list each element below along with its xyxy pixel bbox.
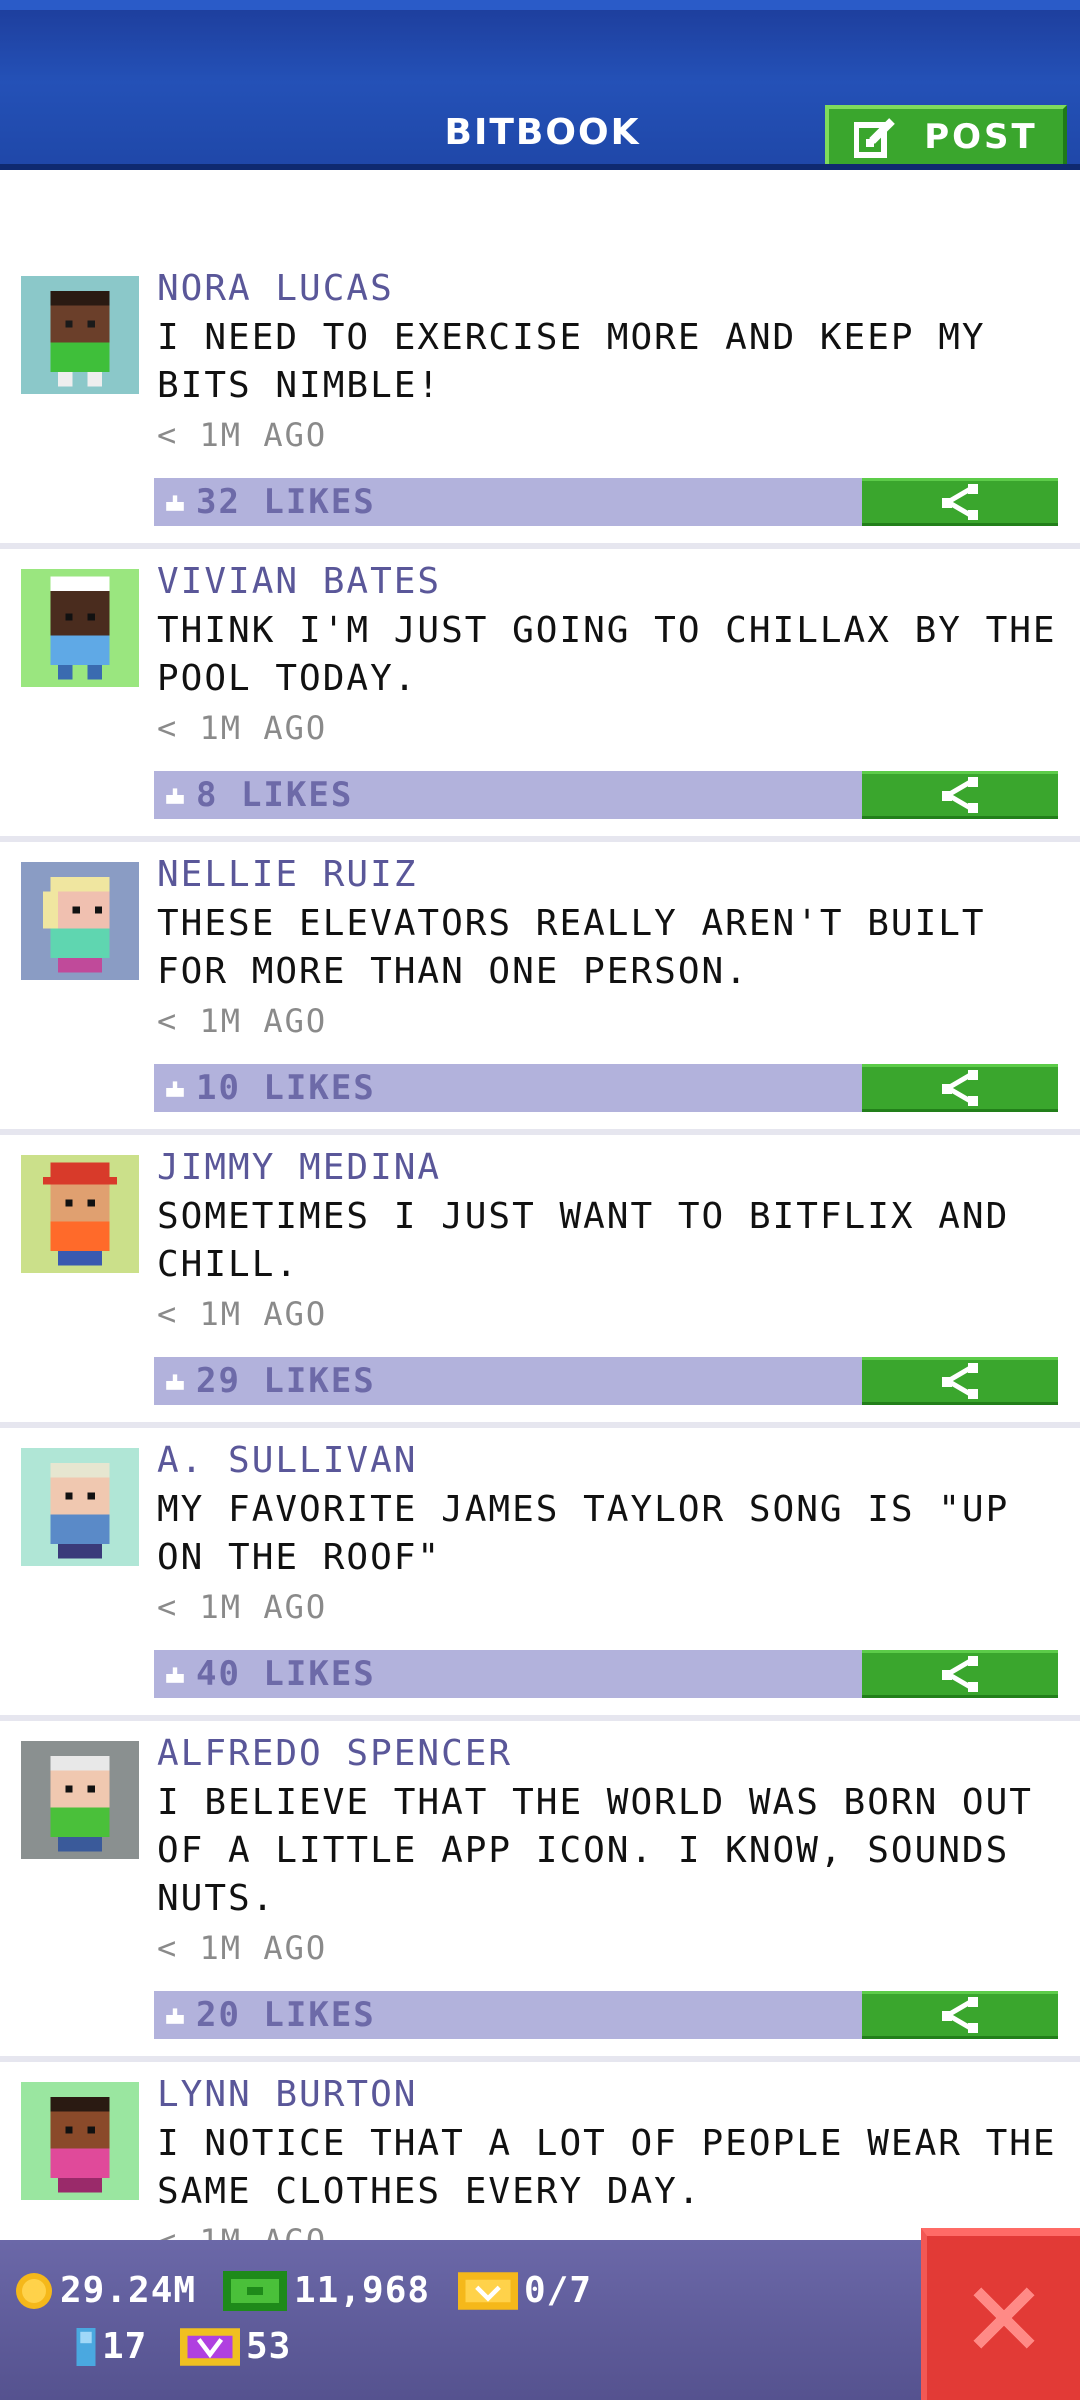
post-text: MY FAVORITE JAMES TAYLOR SONG IS "UP ON … bbox=[157, 1489, 1010, 1578]
likes-count: 40 LIKES bbox=[196, 1654, 376, 1694]
share-button[interactable] bbox=[862, 478, 1058, 526]
coins-stat: 29.24M bbox=[14, 2270, 196, 2311]
avatar[interactable] bbox=[21, 276, 139, 394]
post-time: 1M AGO bbox=[157, 2222, 327, 2240]
likes-count: 20 LIKES bbox=[196, 1995, 376, 2035]
share-icon bbox=[942, 1656, 978, 1692]
thumbs-up-icon bbox=[166, 1081, 184, 1097]
divider bbox=[0, 543, 1080, 549]
post-author[interactable]: NORA LUCAS bbox=[157, 268, 394, 309]
vip-stat: 53 bbox=[180, 2326, 291, 2367]
like-button[interactable]: 32 LIKES bbox=[154, 478, 862, 526]
like-button[interactable]: 40 LIKES bbox=[154, 1650, 862, 1698]
close-icon bbox=[973, 2287, 1034, 2349]
post-author[interactable]: VIVIAN BATES bbox=[157, 561, 441, 602]
ticket-icon bbox=[458, 2271, 518, 2310]
divider bbox=[0, 2056, 1080, 2062]
thumbs-up-icon bbox=[166, 1667, 184, 1683]
divider bbox=[0, 1422, 1080, 1428]
bux-icon bbox=[223, 2270, 287, 2311]
post-text: THINK I'M JUST GOING TO CHILLAX BY THE P… bbox=[157, 610, 1057, 699]
divider bbox=[0, 1715, 1080, 1721]
share-icon bbox=[942, 1997, 978, 2033]
thumbs-up-icon bbox=[166, 2008, 184, 2024]
header-bar: BITBOOK POST bbox=[0, 0, 1080, 170]
share-button[interactable] bbox=[862, 1064, 1058, 1112]
close-button[interactable] bbox=[921, 2228, 1080, 2400]
avatar[interactable] bbox=[21, 2082, 139, 2200]
post-button-label: POST bbox=[924, 117, 1038, 157]
post-text: I BELIEVE THAT THE WORLD WAS BORN OUT OF… bbox=[157, 1782, 1033, 1919]
thumbs-up-icon bbox=[166, 788, 184, 804]
post-time: 1M AGO bbox=[157, 1295, 327, 1333]
post-time: 1M AGO bbox=[157, 1588, 327, 1626]
coin-icon bbox=[16, 2272, 52, 2309]
vip-icon bbox=[180, 2327, 240, 2366]
status-bar: 29.24M 11,968 0/7 17 53 bbox=[0, 2240, 1080, 2400]
post-button[interactable]: POST bbox=[825, 105, 1067, 169]
post-author[interactable]: NELLIE RUIZ bbox=[157, 854, 417, 895]
feed-list[interactable]: NORA LUCAS I NEED TO EXERCISE MORE AND K… bbox=[0, 170, 1080, 2240]
post-text: I NEED TO EXERCISE MORE AND KEEP MY BITS… bbox=[157, 317, 986, 406]
bitizens-stat: 17 bbox=[76, 2326, 147, 2367]
divider bbox=[0, 836, 1080, 842]
post-time: 1M AGO bbox=[157, 709, 327, 747]
thumbs-up-icon bbox=[166, 1374, 184, 1390]
tickets-value: 0/7 bbox=[524, 2270, 593, 2311]
bux-value: 11,968 bbox=[294, 2270, 431, 2311]
like-button[interactable]: 20 LIKES bbox=[154, 1991, 862, 2039]
post-time: 1M AGO bbox=[157, 416, 327, 454]
bux-stat: 11,968 bbox=[222, 2270, 430, 2311]
share-button[interactable] bbox=[862, 1991, 1058, 2039]
post-text: I NOTICE THAT A LOT OF PEOPLE WEAR THE S… bbox=[157, 2123, 1057, 2212]
post-text: SOMETIMES I JUST WANT TO BITFLIX AND CHI… bbox=[157, 1196, 1010, 1285]
likes-count: 29 LIKES bbox=[196, 1361, 376, 1401]
like-button[interactable]: 29 LIKES bbox=[154, 1357, 862, 1405]
share-icon bbox=[942, 484, 978, 520]
post-author[interactable]: LYNN BURTON bbox=[157, 2074, 417, 2115]
vip-value: 53 bbox=[246, 2326, 292, 2367]
thumbs-up-icon bbox=[166, 495, 184, 511]
coins-value: 29.24M bbox=[60, 2270, 197, 2311]
post-author[interactable]: ALFREDO SPENCER bbox=[157, 1733, 512, 1774]
post-author[interactable]: A. SULLIVAN bbox=[157, 1440, 417, 1481]
share-icon bbox=[942, 1070, 978, 1106]
bitizens-value: 17 bbox=[102, 2326, 148, 2367]
like-button[interactable]: 10 LIKES bbox=[154, 1064, 862, 1112]
tickets-stat: 0/7 bbox=[458, 2270, 592, 2311]
divider bbox=[0, 1129, 1080, 1135]
share-button[interactable] bbox=[862, 1650, 1058, 1698]
bitizen-icon bbox=[76, 2327, 96, 2366]
avatar[interactable] bbox=[21, 1448, 139, 1566]
share-icon bbox=[942, 777, 978, 813]
post-time: 1M AGO bbox=[157, 1002, 327, 1040]
likes-count: 10 LIKES bbox=[196, 1068, 376, 1108]
likes-count: 8 LIKES bbox=[196, 775, 354, 815]
share-button[interactable] bbox=[862, 1357, 1058, 1405]
avatar[interactable] bbox=[21, 1741, 139, 1859]
compose-icon bbox=[854, 118, 896, 158]
like-button[interactable]: 8 LIKES bbox=[154, 771, 862, 819]
avatar[interactable] bbox=[21, 862, 139, 980]
avatar[interactable] bbox=[21, 569, 139, 687]
post-time: 1M AGO bbox=[157, 1929, 327, 1967]
avatar[interactable] bbox=[21, 1155, 139, 1273]
post-author[interactable]: JIMMY MEDINA bbox=[157, 1147, 441, 1188]
post-text: THESE ELEVATORS REALLY AREN'T BUILT FOR … bbox=[157, 903, 986, 992]
share-button[interactable] bbox=[862, 771, 1058, 819]
share-icon bbox=[942, 1363, 978, 1399]
likes-count: 32 LIKES bbox=[196, 482, 376, 522]
